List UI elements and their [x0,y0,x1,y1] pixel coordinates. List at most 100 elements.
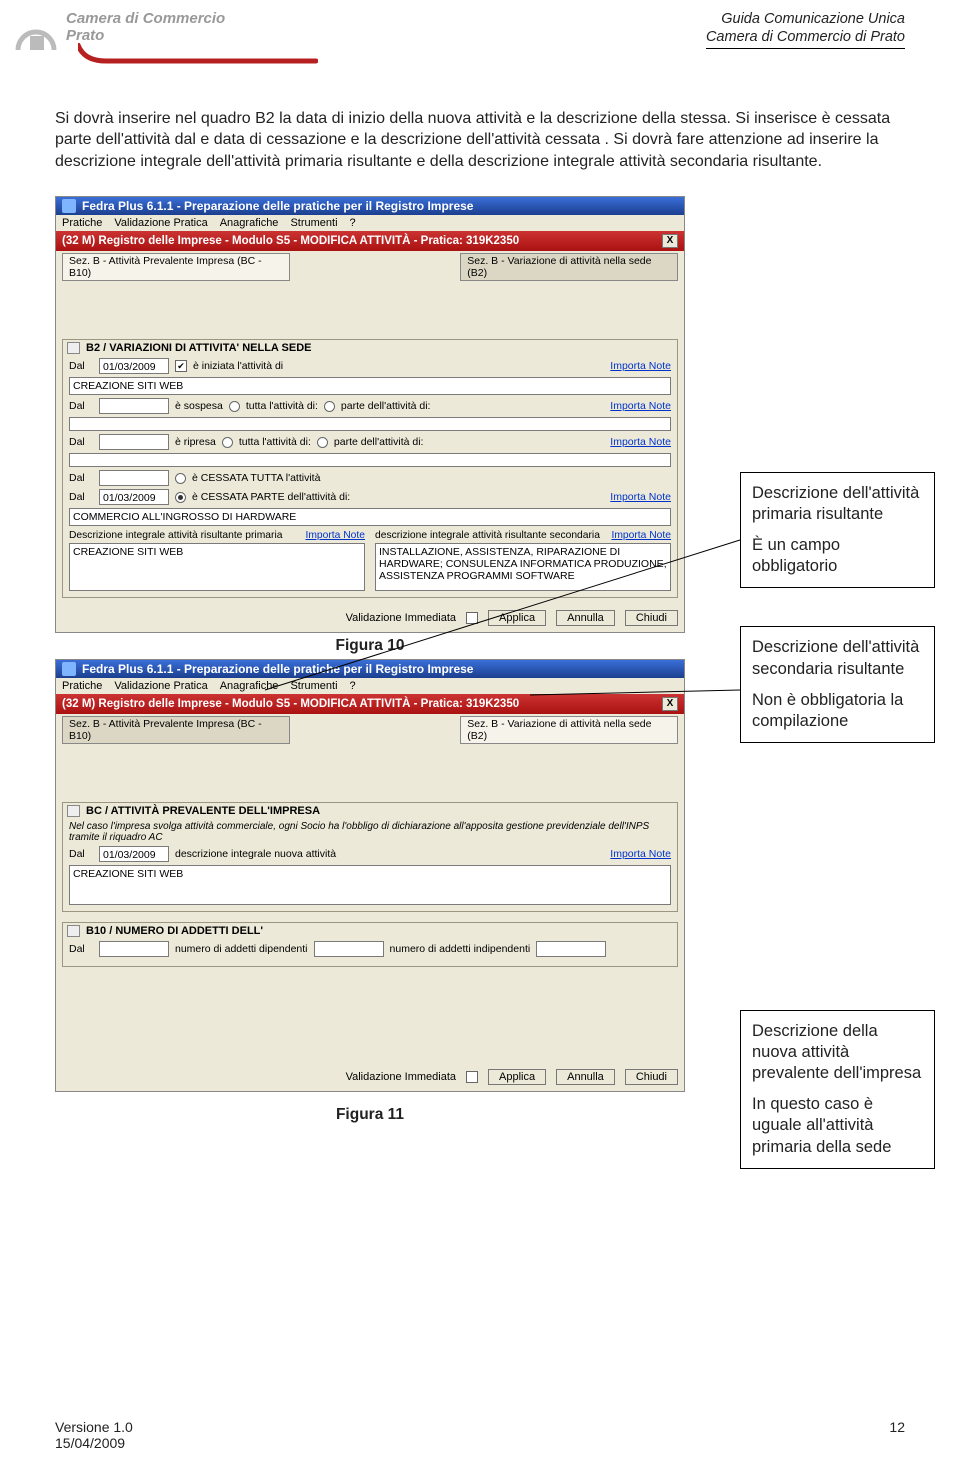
radio-tutta[interactable] [229,401,240,412]
menu-item[interactable]: Pratiche [62,217,102,229]
textarea-sospesa[interactable] [69,417,671,431]
applica-button[interactable]: Applica [488,610,546,626]
date-input[interactable]: 01/03/2009 [99,846,169,862]
menu-item[interactable]: Validazione Pratica [114,217,207,229]
group-b10: B10 / NUMERO DI ADDETTI DELL' Dal numero… [62,922,678,967]
importa-note-link[interactable]: Importa Note [610,436,671,448]
label-dal: Dal [69,400,93,412]
dialog-footer: Validazione Immediata Applica Annulla Ch… [56,604,684,632]
validazione-label: Validazione Immediata [346,1071,456,1083]
chiudi-button[interactable]: Chiudi [625,1069,678,1085]
label-dal: Dal [69,491,93,503]
module-bar: (32 M) Registro delle Imprese - Modulo S… [56,694,684,714]
textarea-nuova-attivita[interactable]: CREAZIONE SITI WEB [69,865,671,905]
radio-cessata-tutta[interactable] [175,473,186,484]
window-title: Fedra Plus 6.1.1 - Preparazione delle pr… [82,199,473,213]
col-right-header: descrizione integrale attività risultant… [375,530,600,541]
textarea-primaria[interactable]: CREAZIONE SITI WEB [69,543,365,591]
validazione-checkbox[interactable] [466,612,478,624]
menu-item[interactable]: ? [350,217,356,229]
tab-sezione-b-prevalente[interactable]: Sez. B - Attività Prevalente Impresa (BC… [62,716,290,744]
date-input[interactable] [99,941,169,957]
menu-item[interactable]: Strumenti [290,217,337,229]
validazione-checkbox[interactable] [466,1071,478,1083]
group-icon [67,805,80,817]
group-b2: B2 / VARIAZIONI DI ATTIVITA' NELLA SEDE … [62,339,678,598]
importa-note-link[interactable]: Importa Note [610,491,671,503]
module-bar: (32 M) Registro delle Imprese - Modulo S… [56,231,684,251]
group-title: BC / ATTIVITÀ PREVALENTE DELL'IMPRESA [86,805,320,817]
figure-11-label: Figura 11 [55,1106,685,1124]
note-text: Nel caso l'impresa svolga attività comme… [69,821,671,843]
window-title: Fedra Plus 6.1.1 - Preparazione delle pr… [82,662,473,676]
importa-note-link[interactable]: Importa Note [610,848,671,860]
callout-text: Descrizione dell'attività primaria risul… [752,483,923,525]
date-input[interactable]: 01/03/2009 [99,358,169,374]
label-dipendenti: numero di addetti dipendenti [175,943,308,955]
radio-parte[interactable] [317,437,328,448]
group-title: B2 / VARIAZIONI DI ATTIVITA' NELLA SEDE [86,342,311,354]
panel-spacer [56,746,684,796]
checkbox-iniziata[interactable]: ✔ [175,360,187,372]
textarea-secondaria[interactable]: INSTALLAZIONE, ASSISTENZA, RIPARAZIONE D… [375,543,671,591]
annulla-button[interactable]: Annulla [556,610,615,626]
page-header: Camera di Commercio Prato Guida Comunica… [0,0,960,68]
swoosh-icon [78,43,318,68]
radio-parte[interactable] [324,401,335,412]
screenshot-2: Fedra Plus 6.1.1 - Preparazione delle pr… [55,659,685,1092]
close-icon[interactable]: X [662,697,678,711]
textarea-cessata[interactable]: COMMERCIO ALL'INGROSSO DI HARDWARE [69,508,671,526]
menu-item[interactable]: Anagrafiche [220,680,279,692]
label-dal: Dal [69,943,93,955]
panel-spacer [56,973,684,1063]
numero-indipendenti-input[interactable] [536,941,606,957]
date-input[interactable] [99,398,169,414]
tab-sezione-b-prevalente[interactable]: Sez. B - Attività Prevalente Impresa (BC… [62,253,290,281]
callout-secondaria: Descrizione dell'attività secondaria ris… [740,626,935,742]
label-descr: descrizione integrale nuova attività [175,848,336,860]
label-dal: Dal [69,360,93,372]
menu-item[interactable]: Anagrafiche [220,217,279,229]
page-number: 12 [889,1419,905,1451]
tab-sezione-b-variazione[interactable]: Sez. B - Variazione di attività nella se… [460,253,678,281]
menu-item[interactable]: ? [350,680,356,692]
importa-note-link[interactable]: Importa Note [611,530,671,541]
header-rule [706,48,905,49]
label-tutta: tutta l'attività di: [246,400,318,412]
close-icon[interactable]: X [662,234,678,248]
chiudi-button[interactable]: Chiudi [625,610,678,626]
doc-line2: Camera di Commercio di Prato [706,28,905,46]
textarea-ripresa[interactable] [69,453,671,467]
module-title: (32 M) Registro delle Imprese - Modulo S… [62,235,519,247]
logo-icon [12,10,60,54]
label-parte: parte dell'attività di: [334,436,424,448]
importa-note-link[interactable]: Importa Note [305,530,365,541]
radio-tutta[interactable] [222,437,233,448]
callout-text: È un campo obbligatorio [752,535,923,577]
tab-sezione-b-variazione[interactable]: Sez. B - Variazione di attività nella se… [460,716,678,744]
radio-cessata-parte[interactable] [175,492,186,503]
menu-item[interactable]: Pratiche [62,680,102,692]
figure-10-label: Figura 10 [55,637,685,655]
callout-prevalente: Descrizione della nuova attività prevale… [740,1010,935,1169]
annulla-button[interactable]: Annulla [556,1069,615,1085]
app-icon [62,662,76,676]
tabs-bar: Sez. B - Attività Prevalente Impresa (BC… [56,714,684,746]
importa-note-link[interactable]: Importa Note [610,400,671,412]
header-right: Guida Comunicazione Unica Camera di Comm… [706,10,905,49]
label-ripresa: è ripresa [175,436,216,448]
label-cessata-tutta: è CESSATA TUTTA l'attività [192,472,320,484]
applica-button[interactable]: Applica [488,1069,546,1085]
numero-dipendenti-input[interactable] [314,941,384,957]
group-bc: BC / ATTIVITÀ PREVALENTE DELL'IMPRESA Ne… [62,802,678,912]
date-input[interactable]: 01/03/2009 [99,489,169,505]
menu-item[interactable]: Strumenti [290,680,337,692]
textarea-iniziata[interactable]: CREAZIONE SITI WEB [69,377,671,395]
label-tutta: tutta l'attività di: [239,436,311,448]
date-input[interactable] [99,434,169,450]
window-titlebar: Fedra Plus 6.1.1 - Preparazione delle pr… [56,660,684,678]
menu-item[interactable]: Validazione Pratica [114,680,207,692]
importa-note-link[interactable]: Importa Note [610,360,671,372]
label-dal: Dal [69,472,93,484]
date-input[interactable] [99,470,169,486]
